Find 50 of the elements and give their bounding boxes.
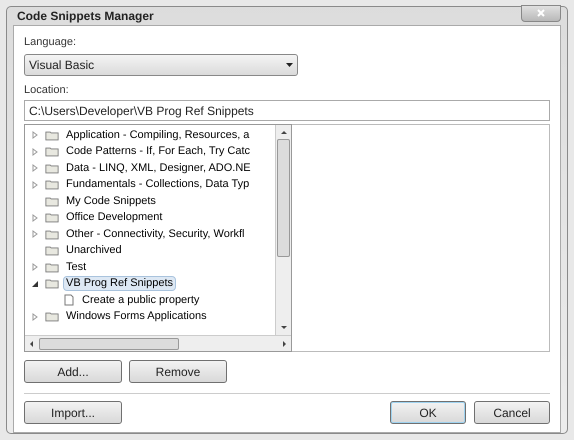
scroll-thumb[interactable] xyxy=(277,139,290,257)
vertical-scrollbar[interactable] xyxy=(275,125,291,335)
close-button[interactable] xyxy=(521,4,561,22)
expand-arrow-icon[interactable] xyxy=(31,312,39,321)
dropdown-arrow-icon xyxy=(286,62,293,66)
expand-arrow-icon[interactable] xyxy=(31,214,39,222)
tree-item[interactable]: Office Development xyxy=(63,210,166,226)
snippet-icon xyxy=(63,294,75,306)
expand-arrow-icon[interactable] xyxy=(31,131,39,140)
folder-icon xyxy=(45,311,59,322)
expand-arrow-icon[interactable] xyxy=(31,263,39,272)
folder-icon xyxy=(45,212,59,224)
tree-item[interactable]: VB Prog Ref Snippets xyxy=(63,276,176,292)
language-dropdown[interactable]: Visual Basic xyxy=(24,54,298,76)
folder-icon xyxy=(45,130,59,141)
expand-arrow-icon[interactable] xyxy=(31,148,39,156)
tree-item[interactable]: Other - Connectivity, Security, Workfl xyxy=(63,226,248,242)
horizontal-scrollbar[interactable] xyxy=(25,335,291,351)
folder-icon xyxy=(45,196,59,207)
tree-item[interactable]: Data - LINQ, XML, Designer, ADO.NE xyxy=(63,160,254,176)
tree-item[interactable]: Code Patterns - If, For Each, Try Catc xyxy=(63,144,254,160)
ok-button[interactable]: OK xyxy=(390,401,466,424)
remove-button[interactable]: Remove xyxy=(129,360,227,383)
folder-icon xyxy=(45,179,59,190)
scroll-thumb[interactable] xyxy=(39,338,179,350)
tree-item[interactable]: Unarchived xyxy=(63,243,125,258)
tree-item[interactable]: Application - Compiling, Resources, a xyxy=(63,128,252,143)
folder-icon xyxy=(45,262,59,273)
tree-item[interactable]: Fundamentals - Collections, Data Typ xyxy=(63,177,252,192)
tree-item[interactable]: Windows Forms Applications xyxy=(63,309,210,324)
location-field[interactable]: C:\Users\Developer\VB Prog Ref Snippets xyxy=(24,100,550,121)
open-folder-icon xyxy=(45,278,59,290)
expand-arrow-icon[interactable] xyxy=(31,230,39,238)
tree-item[interactable]: My Code Snippets xyxy=(63,194,159,209)
folder-icon xyxy=(45,245,59,256)
folder-icon xyxy=(45,228,59,240)
language-label: Language: xyxy=(24,35,77,50)
cancel-button[interactable]: Cancel xyxy=(474,401,550,424)
import-button[interactable]: Import... xyxy=(24,401,122,424)
tree-item[interactable]: Test xyxy=(63,260,90,275)
tree-item[interactable]: Create a public property xyxy=(79,292,202,308)
folder-icon xyxy=(45,146,59,158)
location-label: Location: xyxy=(24,82,70,98)
close-icon xyxy=(537,9,545,17)
expand-arrow-icon[interactable] xyxy=(31,180,39,189)
window-title: Code Snippets Manager xyxy=(16,8,154,25)
collapse-arrow-icon[interactable] xyxy=(31,280,39,288)
add-button[interactable]: Add... xyxy=(24,360,122,383)
folder-icon xyxy=(45,162,59,174)
expand-arrow-icon[interactable] xyxy=(31,164,39,172)
